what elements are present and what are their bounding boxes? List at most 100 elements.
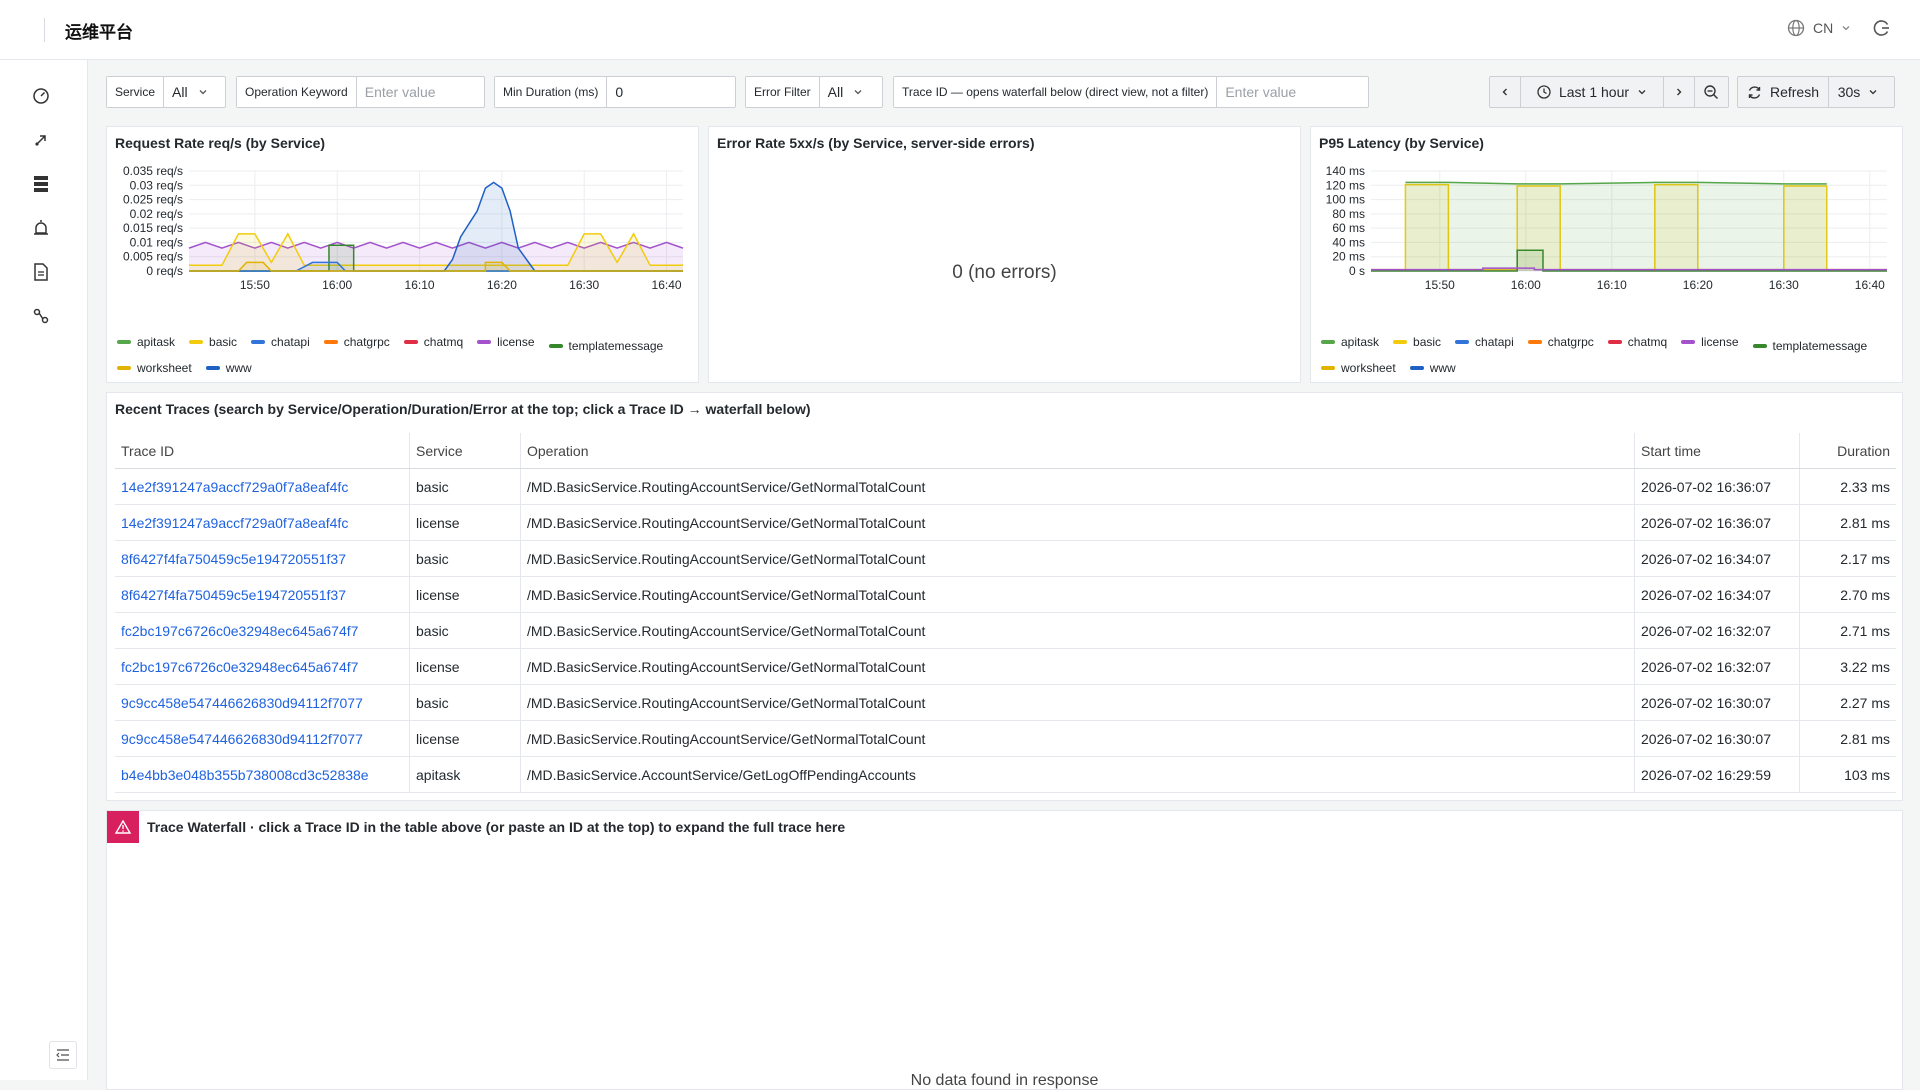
- document-icon[interactable]: [31, 262, 51, 282]
- refresh-picker: Refresh 30s: [1737, 76, 1895, 108]
- legend-swatch: [189, 340, 204, 344]
- column-header-duration[interactable]: Duration: [1799, 433, 1896, 469]
- legend-swatch: [1607, 340, 1622, 344]
- legend-label: www: [225, 361, 252, 375]
- legend-swatch: [205, 366, 220, 370]
- x-tick-label: 16:20: [487, 278, 517, 292]
- legend-item[interactable]: license: [1681, 331, 1739, 353]
- error-rate-title: Error Rate 5xx/s (by Service, server-sid…: [717, 135, 1035, 151]
- dashboard-icon[interactable]: [31, 86, 51, 106]
- legend-item[interactable]: templatemessage: [548, 339, 663, 353]
- error-filter: Error Filter All: [745, 76, 883, 108]
- database-icon[interactable]: [31, 174, 51, 194]
- trace-id-link[interactable]: 8f6427f4fa750459c5e194720551f37: [115, 576, 410, 613]
- start-time-cell: 2026-07-02 16:34:07: [1634, 576, 1800, 613]
- trace-id-link[interactable]: 9c9cc458e547446626830d94112f7077: [115, 720, 410, 757]
- zoom-out-button[interactable]: [1695, 77, 1727, 107]
- x-tick-label: 16:00: [322, 278, 352, 292]
- column-header-start-time[interactable]: Start time: [1634, 433, 1800, 469]
- legend-item[interactable]: apitask: [117, 331, 175, 353]
- rocket-icon[interactable]: [31, 130, 51, 150]
- legend-swatch: [117, 366, 131, 370]
- legend-label: chatapi: [271, 335, 310, 349]
- legend-item[interactable]: apitask: [1321, 331, 1379, 353]
- app-title: 运维平台: [65, 23, 133, 42]
- trace-id-input[interactable]: [1217, 77, 1334, 107]
- trace-id-link[interactable]: b4e4bb3e048b355b738008cd3c52838e: [115, 756, 410, 793]
- legend-item[interactable]: chatapi: [251, 331, 310, 353]
- refresh-interval-select[interactable]: 30s: [1829, 77, 1887, 107]
- time-back-button[interactable]: [1490, 77, 1521, 107]
- legend-swatch: [1393, 340, 1408, 344]
- start-time-cell: 2026-07-02 16:32:07: [1634, 612, 1800, 649]
- table-row[interactable]: 14e2f391247a9accf729a0f7a8eaf4fc basic/MD…: [115, 468, 1896, 505]
- legend-item[interactable]: chatmq: [1607, 331, 1667, 353]
- legend-item[interactable]: chatgrpc: [1527, 331, 1594, 353]
- legend-item[interactable]: license: [477, 331, 535, 353]
- legend-item[interactable]: www: [1409, 361, 1456, 375]
- table-row[interactable]: 9c9cc458e547446626830d94112f7077 license /…: [115, 720, 1896, 757]
- legend-item[interactable]: chatapi: [1455, 331, 1514, 353]
- operation-input[interactable]: [356, 77, 483, 107]
- p95-latency-panel: P95 Latency (by Service) 0 s 20 ms 40 ms 60…: [1310, 126, 1903, 383]
- table-row[interactable]: 8f6427f4fa750459c5e194720551f37 license/M…: [115, 576, 1896, 613]
- legend-swatch: [1527, 340, 1542, 344]
- y-tick-label: 120 ms: [1326, 178, 1365, 192]
- legend-label: worksheet: [137, 361, 192, 375]
- start-time-cell: 2026-07-02 16:32:07: [1634, 648, 1800, 685]
- service-cell: license: [409, 720, 521, 757]
- trace-id-label: Trace ID — opens waterfall below (direct…: [894, 77, 1218, 107]
- refresh-label: Refresh: [1769, 84, 1820, 100]
- legend-item[interactable]: basic: [1393, 331, 1441, 353]
- table-row[interactable]: 14e2f391247a9accf729a0f7a8eaf4fc license /…: [115, 504, 1896, 541]
- legend-item[interactable]: chatgrpc: [323, 331, 390, 353]
- logout-icon[interactable]: [1872, 18, 1892, 38]
- legend-item[interactable]: templatemessage: [1752, 339, 1868, 353]
- table-row[interactable]: 9c9cc458e547446626830d94112f7077 basic/MD…: [115, 684, 1896, 721]
- error-filter-value: All: [827, 84, 844, 100]
- refresh-interval-label: 30s: [1837, 84, 1861, 100]
- p95-latency-title: P95 Latency (by Service): [1319, 135, 1484, 151]
- trace-id-link[interactable]: fc2bc197c6726c0e32948ec645a674f7: [115, 648, 410, 685]
- trace-id-link[interactable]: 8f6427f4fa750459c5e194720551f37: [115, 540, 410, 577]
- operation-filter: Operation Keyword: [236, 76, 485, 108]
- globe-icon: [1787, 19, 1805, 37]
- time-range-select[interactable]: Last 1 hour: [1521, 77, 1664, 107]
- legend-item[interactable]: basic: [189, 331, 237, 353]
- service-select[interactable]: All: [164, 77, 216, 107]
- trace-id-link[interactable]: 14e2f391247a9accf729a0f7a8eaf4fc: [115, 468, 410, 505]
- legend-label: templatemessage: [1772, 339, 1868, 353]
- language-selector[interactable]: CN: [1787, 19, 1851, 37]
- table-row[interactable]: fc2bc197c6726c0e32948ec645a674f7 license /…: [115, 648, 1896, 685]
- min-duration-input[interactable]: [607, 77, 724, 107]
- collapse-menu-icon[interactable]: [49, 1041, 77, 1069]
- trace-id-link[interactable]: fc2bc197c6726c0e32948ec645a674f7: [115, 612, 410, 649]
- start-time-cell: 2026-07-02 16:36:07: [1634, 504, 1800, 541]
- series-area-apitask: [1405, 182, 1827, 271]
- time-forward-button[interactable]: [1664, 77, 1695, 107]
- table-row[interactable]: fc2bc197c6726c0e32948ec645a674f7 basic/MD…: [115, 612, 1896, 649]
- legend-item[interactable]: worksheet: [117, 361, 192, 375]
- min-duration-label: Min Duration (ms): [495, 77, 608, 107]
- legend-item[interactable]: worksheet: [1321, 361, 1396, 375]
- column-header-service[interactable]: Service: [409, 433, 521, 469]
- chevron-down-icon: [199, 90, 207, 95]
- refresh-button[interactable]: Refresh: [1738, 77, 1829, 107]
- legend-item[interactable]: chatmq: [403, 331, 463, 353]
- service-cell: license: [409, 504, 521, 541]
- table-row[interactable]: 8f6427f4fa750459c5e194720551f37 basic/MD.…: [115, 540, 1896, 577]
- table-row[interactable]: b4e4bb3e048b355b738008cd3c52838e apitask /…: [115, 756, 1896, 793]
- trace-id-link[interactable]: 9c9cc458e547446626830d94112f7077: [115, 684, 410, 721]
- legend-label: apitask: [1341, 335, 1380, 349]
- trace-id-link[interactable]: 14e2f391247a9accf729a0f7a8eaf4fc: [115, 504, 410, 541]
- error-filter-select[interactable]: All: [820, 77, 872, 107]
- service-filter: Service All: [106, 76, 226, 108]
- column-header-operation[interactable]: Operation: [520, 433, 1635, 469]
- alarm-icon[interactable]: [31, 218, 51, 238]
- column-header-trace-id[interactable]: Trace ID: [115, 433, 410, 469]
- trace-icon[interactable]: [31, 306, 51, 326]
- legend-label: www: [1429, 361, 1456, 375]
- clock-icon: [1537, 85, 1551, 99]
- legend-swatch: [403, 340, 418, 344]
- legend-item[interactable]: www: [205, 361, 252, 375]
